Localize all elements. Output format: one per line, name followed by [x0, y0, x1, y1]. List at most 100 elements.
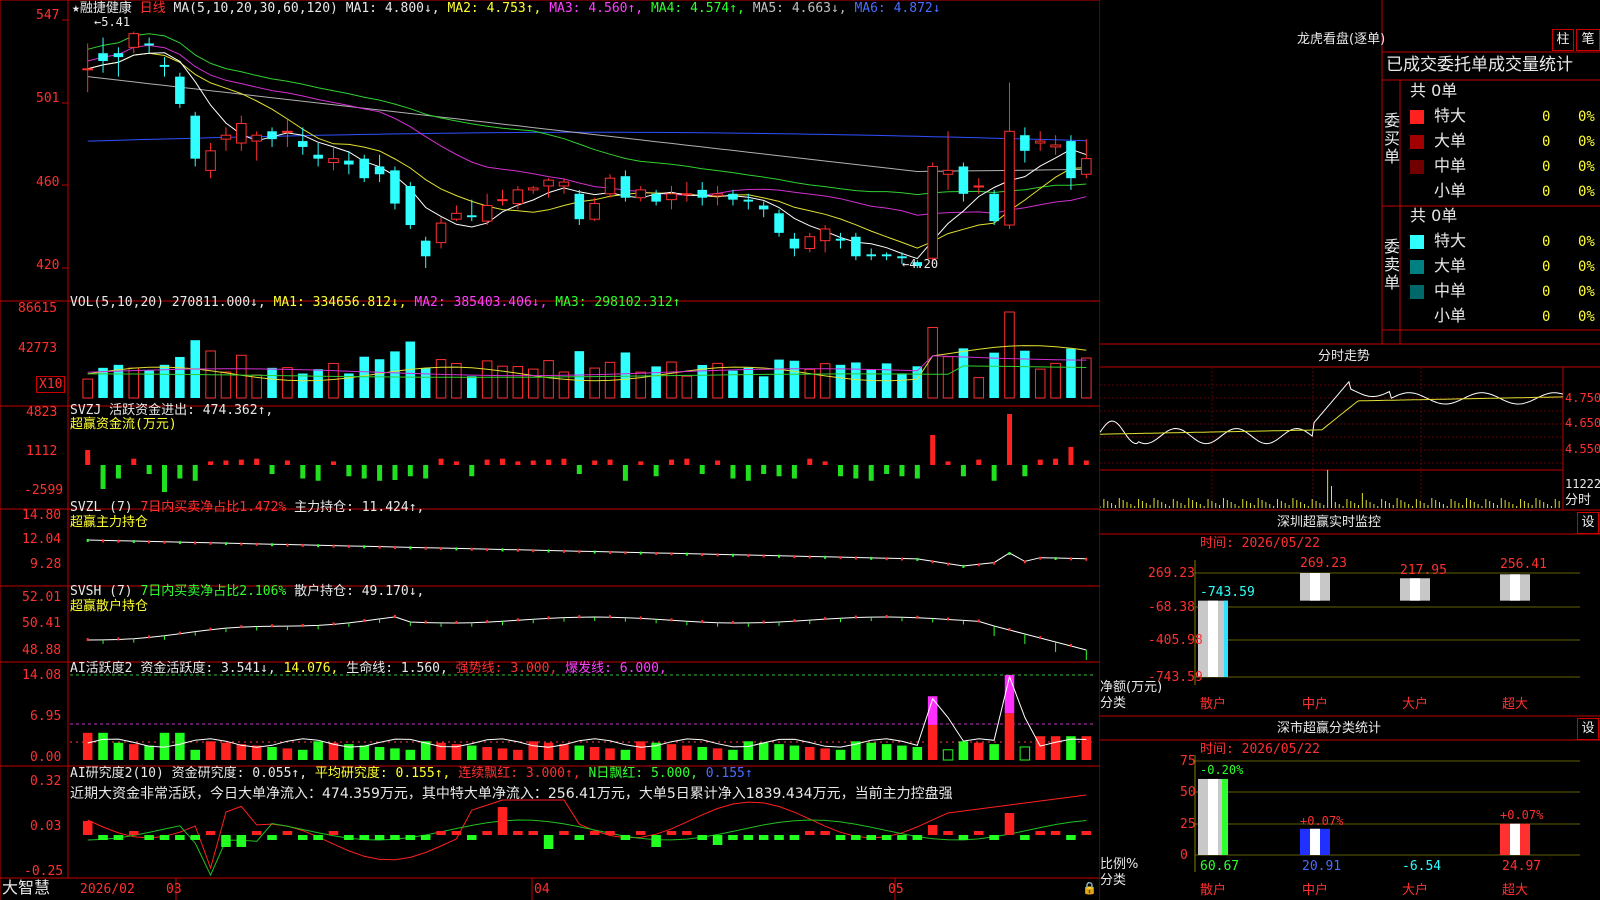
candle-body[interactable] — [728, 193, 738, 200]
ma6-value: MA6: 4.872↓ — [854, 1, 941, 16]
volume-bar — [374, 359, 385, 398]
candle-body[interactable] — [298, 141, 308, 147]
candle-body[interactable] — [558, 181, 570, 187]
candle-body[interactable] — [1050, 144, 1061, 148]
classify-y-tick: 25 — [1180, 817, 1196, 832]
candle-body[interactable] — [589, 203, 600, 220]
sz-classify-settings-button[interactable]: 设 — [1577, 718, 1599, 740]
candle-body[interactable] — [251, 134, 262, 142]
candle-body[interactable] — [1020, 135, 1030, 151]
candle-body[interactable] — [467, 215, 477, 218]
candle-body[interactable] — [774, 213, 784, 233]
vol-unit-button[interactable]: X10 — [36, 376, 66, 393]
candle-body[interactable] — [620, 176, 631, 198]
candle-body[interactable] — [113, 53, 124, 58]
candle-body[interactable] — [282, 130, 293, 133]
activity-bar — [144, 745, 154, 760]
candle-body[interactable] — [635, 189, 647, 199]
candle-body[interactable] — [758, 205, 769, 210]
sz-monitor-settings-button[interactable]: 设 — [1577, 512, 1599, 534]
volume-bar — [897, 373, 907, 398]
candle-body[interactable] — [481, 205, 493, 222]
candle-body[interactable] — [604, 177, 616, 195]
candle-body[interactable] — [958, 166, 969, 194]
candle-body[interactable] — [527, 187, 539, 191]
candle-body[interactable] — [220, 134, 232, 140]
candle-body[interactable] — [374, 166, 385, 175]
svzj-bar — [469, 465, 475, 477]
candle-body[interactable] — [666, 193, 677, 201]
candle-body[interactable] — [159, 64, 170, 67]
candle-body[interactable] — [712, 193, 723, 197]
candle-body[interactable] — [1034, 140, 1046, 144]
candle-body[interactable] — [390, 170, 400, 204]
high-price-marker: ←5.41 — [94, 15, 131, 29]
lock-icon[interactable]: 🔒 — [1082, 882, 1097, 894]
monitor-value-label: 217.95 — [1400, 563, 1447, 578]
brand-logo[interactable]: 大智慧 — [2, 880, 50, 896]
candle-body[interactable] — [1066, 141, 1076, 179]
candle-body[interactable] — [205, 150, 216, 171]
svsh-dot — [824, 617, 827, 621]
candle-body[interactable] — [175, 76, 185, 104]
candle-body[interactable] — [835, 238, 846, 241]
svzj-tick-1: 4823 — [26, 405, 58, 420]
left-chart-area[interactable] — [0, 0, 1100, 900]
candle-body[interactable] — [851, 236, 861, 257]
candle-body[interactable] — [973, 185, 985, 188]
candle-body[interactable] — [82, 68, 93, 71]
monitor-category: 中户 — [1302, 697, 1329, 712]
candle-body[interactable] — [451, 212, 462, 220]
candle-body[interactable] — [819, 228, 831, 242]
volume-bar — [251, 374, 262, 399]
candle-body[interactable] — [497, 199, 508, 202]
candle-body[interactable] — [144, 43, 154, 46]
svzl-dot — [178, 541, 181, 545]
candle-body[interactable] — [98, 53, 108, 62]
candle-body[interactable] — [344, 160, 354, 165]
classify-category: 散户 — [1200, 883, 1227, 898]
candle-body[interactable] — [789, 238, 800, 249]
stroke-view-button[interactable]: 笔 — [1576, 29, 1600, 51]
period-label[interactable]: 日线 — [140, 1, 166, 16]
svsh-dot — [332, 622, 335, 626]
candle-body[interactable] — [1081, 158, 1092, 175]
candle-body[interactable] — [942, 169, 954, 175]
candle-body[interactable] — [804, 236, 816, 249]
candle-body[interactable] — [1004, 130, 1015, 226]
candle-body[interactable] — [927, 165, 938, 259]
candle-body[interactable] — [435, 222, 447, 244]
candle-body[interactable] — [236, 122, 247, 144]
candle-body[interactable] — [313, 154, 323, 159]
candle-body[interactable] — [420, 240, 431, 257]
order-percent: 0% — [1578, 184, 1595, 200]
volume-bar — [236, 354, 247, 399]
candle-body[interactable] — [328, 158, 339, 164]
candle-body[interactable] — [697, 189, 707, 198]
candle-body[interactable] — [743, 199, 754, 202]
svzl-dot — [86, 539, 89, 542]
candle-body[interactable] — [359, 158, 369, 179]
activity-bar — [881, 744, 892, 760]
intraday-title[interactable]: 分时走势 — [1318, 350, 1370, 363]
candle-body[interactable] — [512, 189, 524, 205]
bar-view-button[interactable]: 柱 — [1552, 29, 1574, 51]
candle-body[interactable] — [405, 185, 416, 226]
candle-body[interactable] — [128, 33, 140, 48]
candle-body[interactable] — [866, 254, 876, 257]
candle-body[interactable] — [989, 193, 999, 222]
order-count: 0 — [1542, 234, 1551, 250]
candle-body[interactable] — [543, 179, 554, 187]
candle-body[interactable] — [190, 115, 200, 159]
candle-body[interactable] — [574, 193, 585, 220]
stock-name[interactable]: ★融捷健康 — [72, 1, 132, 16]
ai-activity-header: AI活跃度2 资金活跃度: 3.541↓, 14.076, 生命线: 1.560… — [70, 661, 667, 676]
candle-body[interactable] — [681, 193, 693, 196]
y-tick-420: 420 — [36, 258, 60, 273]
candle-body[interactable] — [267, 131, 277, 140]
activity-bar — [758, 742, 769, 760]
activity-bar — [221, 742, 231, 760]
candle-body[interactable] — [651, 193, 661, 202]
volume-bar — [743, 367, 754, 398]
candle-body[interactable] — [881, 254, 892, 257]
